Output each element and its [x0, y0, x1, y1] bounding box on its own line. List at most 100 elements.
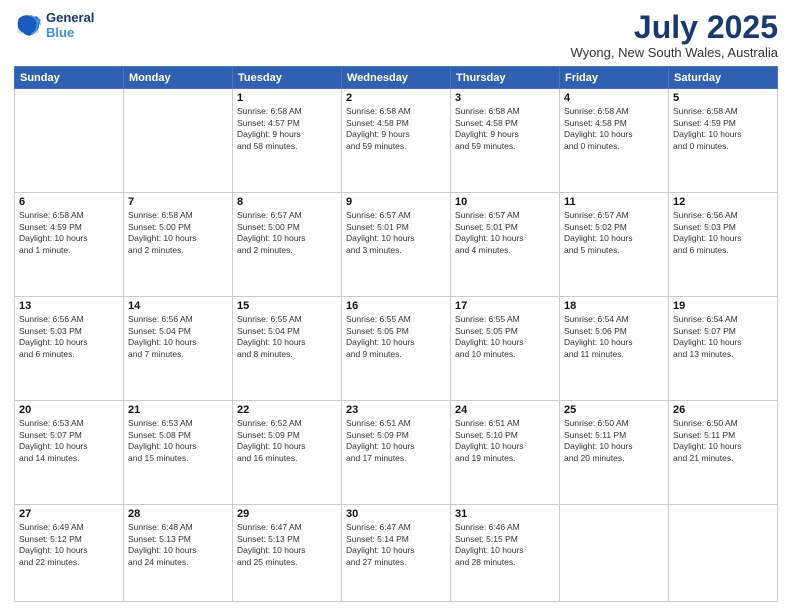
- day-number: 20: [19, 404, 119, 416]
- day-number: 27: [19, 508, 119, 520]
- calendar-cell: 25 Sunrise: 6:50 AMSunset: 5:11 PMDayligh…: [560, 401, 669, 505]
- day-number: 21: [128, 404, 228, 416]
- day-number: 3: [455, 92, 555, 104]
- calendar-week-3: 13 Sunrise: 6:56 AMSunset: 5:03 PMDayligh…: [15, 297, 778, 401]
- day-info: Sunrise: 6:54 AMSunset: 5:07 PMDaylight:…: [673, 314, 773, 360]
- calendar-week-5: 27 Sunrise: 6:49 AMSunset: 5:12 PMDayligh…: [15, 505, 778, 602]
- day-info: Sunrise: 6:48 AMSunset: 5:13 PMDaylight:…: [128, 522, 228, 568]
- calendar-cell: 24 Sunrise: 6:51 AMSunset: 5:10 PMDayligh…: [451, 401, 560, 505]
- calendar-cell: 3 Sunrise: 6:58 AMSunset: 4:58 PMDaylight…: [451, 89, 560, 193]
- calendar-cell: 9Sunrise: 6:57 AMSunset: 5:01 PMDaylight…: [342, 193, 451, 297]
- day-number: 8: [237, 196, 337, 208]
- day-number: 6: [19, 196, 119, 208]
- day-number: 25: [564, 404, 664, 416]
- day-info: Sunrise: 6:51 AMSunset: 5:09 PMDaylight:…: [346, 418, 446, 464]
- day-number: 17: [455, 300, 555, 312]
- day-info: Sunrise: 6:58 AMSunset: 5:00 PMDaylight:…: [128, 210, 228, 256]
- day-info: Sunrise: 6:56 AMSunset: 5:04 PMDaylight:…: [128, 314, 228, 360]
- day-number: 1: [237, 92, 337, 104]
- calendar-cell: 17 Sunrise: 6:55 AMSunset: 5:05 PMDayligh…: [451, 297, 560, 401]
- day-info: Sunrise: 6:53 AMSunset: 5:08 PMDaylight:…: [128, 418, 228, 464]
- day-number: 22: [237, 404, 337, 416]
- logo-icon: [14, 11, 42, 39]
- day-number: 19: [673, 300, 773, 312]
- calendar-cell: 15Sunrise: 6:55 AMSunset: 5:04 PMDayligh…: [233, 297, 342, 401]
- day-number: 12: [673, 196, 773, 208]
- title-block: July 2025 Wyong, New South Wales, Austra…: [571, 10, 779, 60]
- day-number: 26: [673, 404, 773, 416]
- day-number: 5: [673, 92, 773, 104]
- calendar-cell: 14 Sunrise: 6:56 AMSunset: 5:04 PMDayligh…: [124, 297, 233, 401]
- day-number: 15: [237, 300, 337, 312]
- calendar-cell: 13 Sunrise: 6:56 AMSunset: 5:03 PMDayligh…: [15, 297, 124, 401]
- calendar-cell: 8 Sunrise: 6:57 AMSunset: 5:00 PMDaylight…: [233, 193, 342, 297]
- day-number: 14: [128, 300, 228, 312]
- day-number: 18: [564, 300, 664, 312]
- day-info: Sunrise: 6:55 AMSunset: 5:05 PMDaylight:…: [346, 314, 446, 360]
- calendar-week-2: 6 Sunrise: 6:58 AMSunset: 4:59 PMDaylight…: [15, 193, 778, 297]
- day-info: Sunrise: 6:49 AMSunset: 5:12 PMDaylight:…: [19, 522, 119, 568]
- calendar-cell: 28 Sunrise: 6:48 AMSunset: 5:13 PMDayligh…: [124, 505, 233, 602]
- month-title: July 2025: [571, 10, 779, 45]
- calendar-cell: 4Sunrise: 6:58 AMSunset: 4:58 PMDaylight…: [560, 89, 669, 193]
- day-number: 4: [564, 92, 664, 104]
- calendar-cell: 27 Sunrise: 6:49 AMSunset: 5:12 PMDayligh…: [15, 505, 124, 602]
- day-info: Sunrise: 6:54 AMSunset: 5:06 PMDaylight:…: [564, 314, 664, 360]
- calendar-header-thursday: Thursday: [451, 67, 560, 89]
- day-info: Sunrise: 6:58 AMSunset: 4:59 PMDaylight:…: [19, 210, 119, 256]
- calendar-cell: 23Sunrise: 6:51 AMSunset: 5:09 PMDayligh…: [342, 401, 451, 505]
- calendar-cell: [669, 505, 778, 602]
- day-info: Sunrise: 6:58 AMSunset: 4:58 PMDaylight:…: [346, 106, 446, 152]
- day-info: Sunrise: 6:56 AMSunset: 5:03 PMDaylight:…: [673, 210, 773, 256]
- day-info: Sunrise: 6:57 AMSunset: 5:02 PMDaylight:…: [564, 210, 664, 256]
- calendar-cell: 2 Sunrise: 6:58 AMSunset: 4:58 PMDaylight…: [342, 89, 451, 193]
- day-info: Sunrise: 6:57 AMSunset: 5:01 PMDaylight:…: [455, 210, 555, 256]
- calendar-week-4: 20 Sunrise: 6:53 AMSunset: 5:07 PMDayligh…: [15, 401, 778, 505]
- day-info: Sunrise: 6:58 AMSunset: 4:58 PMDaylight:…: [455, 106, 555, 152]
- calendar-cell: 31 Sunrise: 6:46 AMSunset: 5:15 PMDayligh…: [451, 505, 560, 602]
- location-title: Wyong, New South Wales, Australia: [571, 45, 779, 60]
- day-info: Sunrise: 6:56 AMSunset: 5:03 PMDaylight:…: [19, 314, 119, 360]
- day-number: 31: [455, 508, 555, 520]
- logo: General Blue: [14, 10, 94, 40]
- calendar-cell: 5 Sunrise: 6:58 AMSunset: 4:59 PMDaylight…: [669, 89, 778, 193]
- calendar-cell: [560, 505, 669, 602]
- calendar-header-monday: Monday: [124, 67, 233, 89]
- calendar-header-sunday: Sunday: [15, 67, 124, 89]
- day-number: 7: [128, 196, 228, 208]
- calendar-table: SundayMondayTuesdayWednesdayThursdayFrid…: [14, 66, 778, 602]
- calendar-header-row: SundayMondayTuesdayWednesdayThursdayFrid…: [15, 67, 778, 89]
- day-info: Sunrise: 6:47 AMSunset: 5:14 PMDaylight:…: [346, 522, 446, 568]
- calendar-cell: 7 Sunrise: 6:58 AMSunset: 5:00 PMDaylight…: [124, 193, 233, 297]
- calendar-cell: 22Sunrise: 6:52 AMSunset: 5:09 PMDayligh…: [233, 401, 342, 505]
- day-number: 29: [237, 508, 337, 520]
- calendar-cell: 1 Sunrise: 6:58 AMSunset: 4:57 PMDaylight…: [233, 89, 342, 193]
- calendar-cell: 21 Sunrise: 6:53 AMSunset: 5:08 PMDayligh…: [124, 401, 233, 505]
- calendar-cell: [124, 89, 233, 193]
- page: General Blue July 2025 Wyong, New South …: [0, 0, 792, 612]
- day-info: Sunrise: 6:53 AMSunset: 5:07 PMDaylight:…: [19, 418, 119, 464]
- day-number: 24: [455, 404, 555, 416]
- day-info: Sunrise: 6:46 AMSunset: 5:15 PMDaylight:…: [455, 522, 555, 568]
- logo-text: General Blue: [46, 10, 94, 40]
- day-number: 13: [19, 300, 119, 312]
- day-number: 2: [346, 92, 446, 104]
- day-info: Sunrise: 6:51 AMSunset: 5:10 PMDaylight:…: [455, 418, 555, 464]
- calendar-cell: 12 Sunrise: 6:56 AMSunset: 5:03 PMDayligh…: [669, 193, 778, 297]
- calendar-header-wednesday: Wednesday: [342, 67, 451, 89]
- calendar-cell: 10 Sunrise: 6:57 AMSunset: 5:01 PMDayligh…: [451, 193, 560, 297]
- day-number: 30: [346, 508, 446, 520]
- day-info: Sunrise: 6:58 AMSunset: 4:59 PMDaylight:…: [673, 106, 773, 152]
- day-info: Sunrise: 6:47 AMSunset: 5:13 PMDaylight:…: [237, 522, 337, 568]
- calendar-cell: 18 Sunrise: 6:54 AMSunset: 5:06 PMDayligh…: [560, 297, 669, 401]
- day-info: Sunrise: 6:57 AMSunset: 5:00 PMDaylight:…: [237, 210, 337, 256]
- day-info: Sunrise: 6:55 AMSunset: 5:05 PMDaylight:…: [455, 314, 555, 360]
- day-info: Sunrise: 6:57 AMSunset: 5:01 PMDaylight:…: [346, 210, 446, 256]
- day-number: 28: [128, 508, 228, 520]
- day-info: Sunrise: 6:50 AMSunset: 5:11 PMDaylight:…: [564, 418, 664, 464]
- day-number: 10: [455, 196, 555, 208]
- calendar-cell: 30 Sunrise: 6:47 AMSunset: 5:14 PMDayligh…: [342, 505, 451, 602]
- day-info: Sunrise: 6:58 AMSunset: 4:57 PMDaylight:…: [237, 106, 337, 152]
- calendar-week-1: 1 Sunrise: 6:58 AMSunset: 4:57 PMDaylight…: [15, 89, 778, 193]
- header: General Blue July 2025 Wyong, New South …: [14, 10, 778, 60]
